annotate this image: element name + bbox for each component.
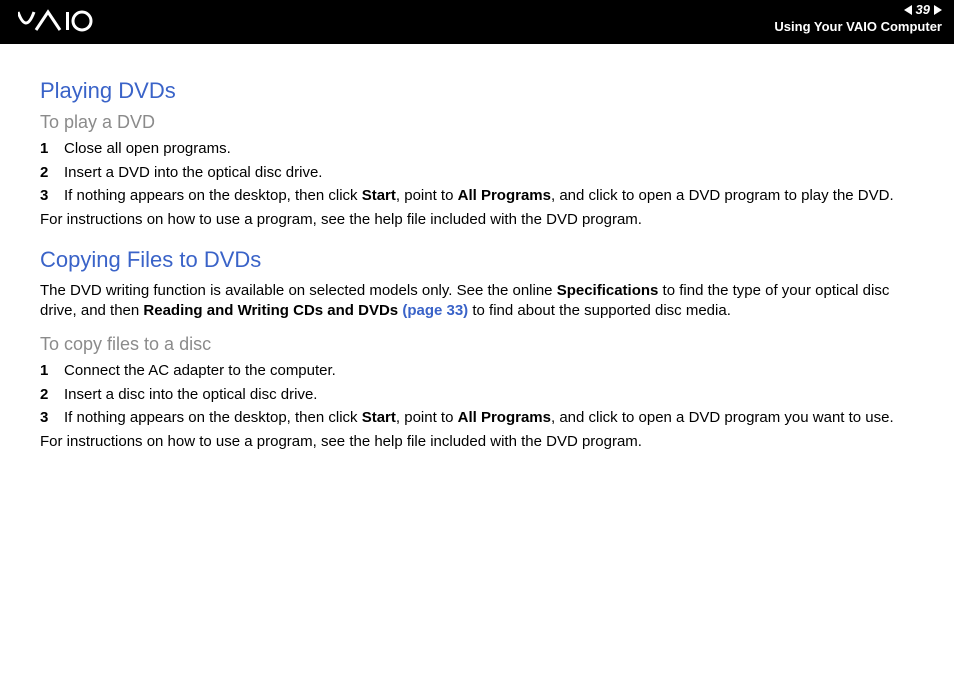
header-nav: 39 Using Your VAIO Computer: [774, 2, 942, 34]
step-text: If nothing appears on the desktop, then …: [64, 409, 362, 426]
subsection-title-to-copy: To copy files to a disc: [40, 334, 914, 355]
ref-reading-writing: Reading and Writing CDs and DVDs: [143, 302, 402, 319]
page-header: 39 Using Your VAIO Computer: [0, 0, 954, 44]
section-title-playing-dvds: Playing DVDs: [40, 78, 914, 104]
ui-ref-start: Start: [362, 187, 396, 204]
ui-ref-all-programs: All Programs: [458, 409, 551, 426]
page-link-33[interactable]: (page 33): [402, 302, 468, 319]
intro-text: The DVD writing function is available on…: [40, 282, 557, 299]
intro-text: to find about the supported disc media.: [468, 302, 731, 319]
steps-list-play: Close all open programs. Insert a DVD in…: [40, 139, 914, 206]
ui-ref-start: Start: [362, 409, 396, 426]
steps-list-copy: Connect the AC adapter to the computer. …: [40, 361, 914, 428]
step-item: Insert a disc into the optical disc driv…: [40, 385, 914, 405]
subsection-title-to-play: To play a DVD: [40, 112, 914, 133]
step-text: If nothing appears on the desktop, then …: [64, 187, 362, 204]
footnote-play: For instructions on how to use a program…: [40, 210, 914, 230]
next-page-icon[interactable]: [934, 5, 942, 15]
ref-specifications: Specifications: [557, 282, 659, 299]
step-item: Insert a DVD into the optical disc drive…: [40, 163, 914, 183]
page-number: 39: [916, 2, 930, 17]
vaio-logo: [18, 8, 128, 36]
step-item: Close all open programs.: [40, 139, 914, 159]
step-text: , and click to open a DVD program to pla…: [551, 187, 894, 204]
step-item: Connect the AC adapter to the computer.: [40, 361, 914, 381]
section-title-copying-files: Copying Files to DVDs: [40, 247, 914, 273]
step-item: If nothing appears on the desktop, then …: [40, 408, 914, 428]
ui-ref-all-programs: All Programs: [458, 187, 551, 204]
intro-copying: The DVD writing function is available on…: [40, 281, 914, 320]
step-text: , point to: [396, 187, 458, 204]
step-item: If nothing appears on the desktop, then …: [40, 186, 914, 206]
page-content: Playing DVDs To play a DVD Close all ope…: [0, 44, 954, 451]
step-text: , point to: [396, 409, 458, 426]
chapter-title: Using Your VAIO Computer: [774, 19, 942, 34]
step-text: , and click to open a DVD program you wa…: [551, 409, 894, 426]
footnote-copy: For instructions on how to use a program…: [40, 432, 914, 452]
prev-page-icon[interactable]: [904, 5, 912, 15]
